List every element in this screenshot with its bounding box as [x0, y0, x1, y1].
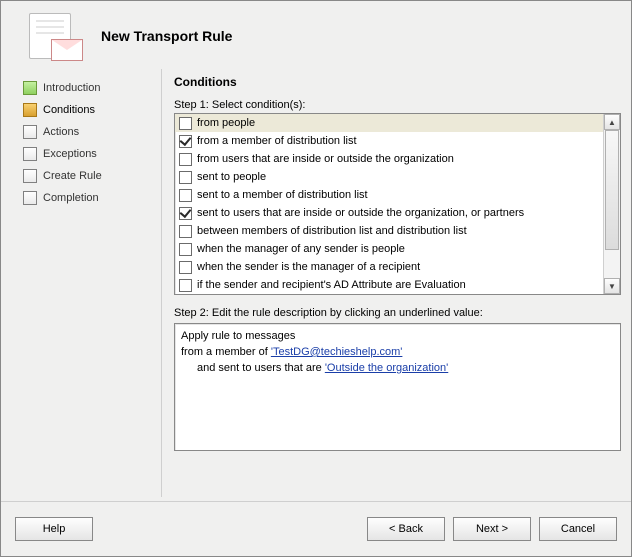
step-icon [23, 191, 37, 205]
condition-label: from users that are inside or outside th… [197, 153, 454, 165]
rule-desc-line: from a member of 'TestDG@techieshelp.com… [181, 344, 614, 360]
wizard-sidebar: Introduction Conditions Actions Exceptio… [21, 69, 161, 497]
rule-link-distribution-list[interactable]: 'TestDG@techieshelp.com' [271, 346, 403, 358]
step-icon [23, 103, 37, 117]
rule-desc-text: and sent to users that are [197, 362, 325, 374]
wizard-footer: Help < Back Next > Cancel [1, 501, 631, 556]
cancel-button[interactable]: Cancel [539, 517, 617, 541]
wizard-title: New Transport Rule [101, 28, 232, 44]
step2-label: Step 2: Edit the rule description by cli… [174, 307, 621, 319]
listbox-scrollbar[interactable]: ▲ ▼ [603, 114, 620, 294]
condition-row[interactable]: from users that are inside or outside th… [175, 150, 604, 168]
condition-row[interactable]: between members of distribution list and… [175, 222, 604, 240]
condition-checkbox[interactable] [179, 279, 192, 292]
condition-label: if the sender and recipient's AD Attribu… [197, 279, 466, 291]
condition-label: from a member of distribution list [197, 135, 357, 147]
rule-link-scope[interactable]: 'Outside the organization' [325, 362, 448, 374]
help-button[interactable]: Help [15, 517, 93, 541]
condition-checkbox[interactable] [179, 207, 192, 220]
condition-label: when the sender is the manager of a reci… [197, 261, 420, 273]
rule-description-box: Apply rule to messages from a member of … [174, 323, 621, 451]
condition-row[interactable]: sent to people [175, 168, 604, 186]
sidebar-label: Completion [43, 192, 99, 204]
condition-label: sent to a member of distribution list [197, 189, 368, 201]
wizard-window: New Transport Rule Introduction Conditio… [0, 0, 632, 557]
condition-row[interactable]: if the sender and recipient's AD Attribu… [175, 276, 604, 294]
wizard-header: New Transport Rule [1, 1, 631, 69]
sidebar-step-create-rule[interactable]: Create Rule [23, 165, 155, 187]
condition-checkbox[interactable] [179, 225, 192, 238]
scroll-track[interactable] [604, 130, 620, 278]
rule-desc-line: Apply rule to messages [181, 328, 614, 344]
scroll-up-icon[interactable]: ▲ [604, 114, 620, 130]
sidebar-step-actions[interactable]: Actions [23, 121, 155, 143]
sidebar-label: Create Rule [43, 170, 102, 182]
scroll-down-icon[interactable]: ▼ [604, 278, 620, 294]
next-button[interactable]: Next > [453, 517, 531, 541]
condition-row[interactable]: sent to users that are inside or outside… [175, 204, 604, 222]
transport-rule-icon [29, 13, 81, 59]
sidebar-step-exceptions[interactable]: Exceptions [23, 143, 155, 165]
condition-row[interactable]: from people [175, 114, 604, 132]
vertical-divider [161, 69, 162, 497]
sidebar-label: Introduction [43, 82, 100, 94]
step-icon [23, 147, 37, 161]
condition-row[interactable]: sent to a member of distribution list [175, 186, 604, 204]
back-button[interactable]: < Back [367, 517, 445, 541]
condition-label: when the manager of any sender is people [197, 243, 405, 255]
conditions-listbox: from people from a member of distributio… [174, 113, 621, 295]
condition-checkbox[interactable] [179, 243, 192, 256]
condition-checkbox[interactable] [179, 171, 192, 184]
condition-checkbox[interactable] [179, 117, 192, 130]
condition-row[interactable]: from a member of distribution list [175, 132, 604, 150]
sidebar-label: Actions [43, 126, 79, 138]
sidebar-step-introduction[interactable]: Introduction [23, 77, 155, 99]
condition-checkbox[interactable] [179, 261, 192, 274]
sidebar-step-conditions[interactable]: Conditions [23, 99, 155, 121]
condition-checkbox[interactable] [179, 153, 192, 166]
scroll-thumb[interactable] [605, 130, 619, 250]
condition-row[interactable]: when the sender is the manager of a reci… [175, 258, 604, 276]
step-icon [23, 81, 37, 95]
wizard-body: Introduction Conditions Actions Exceptio… [1, 69, 631, 497]
rule-desc-text: from a member of [181, 346, 271, 358]
condition-checkbox[interactable] [179, 189, 192, 202]
condition-row[interactable]: when the manager of any sender is people [175, 240, 604, 258]
section-heading: Conditions [174, 75, 621, 89]
condition-label: between members of distribution list and… [197, 225, 467, 237]
rule-desc-line: and sent to users that are 'Outside the … [197, 360, 614, 376]
step-icon [23, 125, 37, 139]
wizard-main: Conditions Step 1: Select condition(s): … [164, 69, 621, 497]
step1-label: Step 1: Select condition(s): [174, 99, 621, 111]
condition-label: from people [197, 117, 255, 129]
condition-checkbox[interactable] [179, 135, 192, 148]
step-icon [23, 169, 37, 183]
sidebar-step-completion[interactable]: Completion [23, 187, 155, 209]
sidebar-label: Exceptions [43, 148, 97, 160]
condition-label: sent to users that are inside or outside… [197, 207, 524, 219]
sidebar-label: Conditions [43, 104, 95, 116]
condition-label: sent to people [197, 171, 266, 183]
conditions-list-scroll[interactable]: from people from a member of distributio… [175, 114, 604, 294]
